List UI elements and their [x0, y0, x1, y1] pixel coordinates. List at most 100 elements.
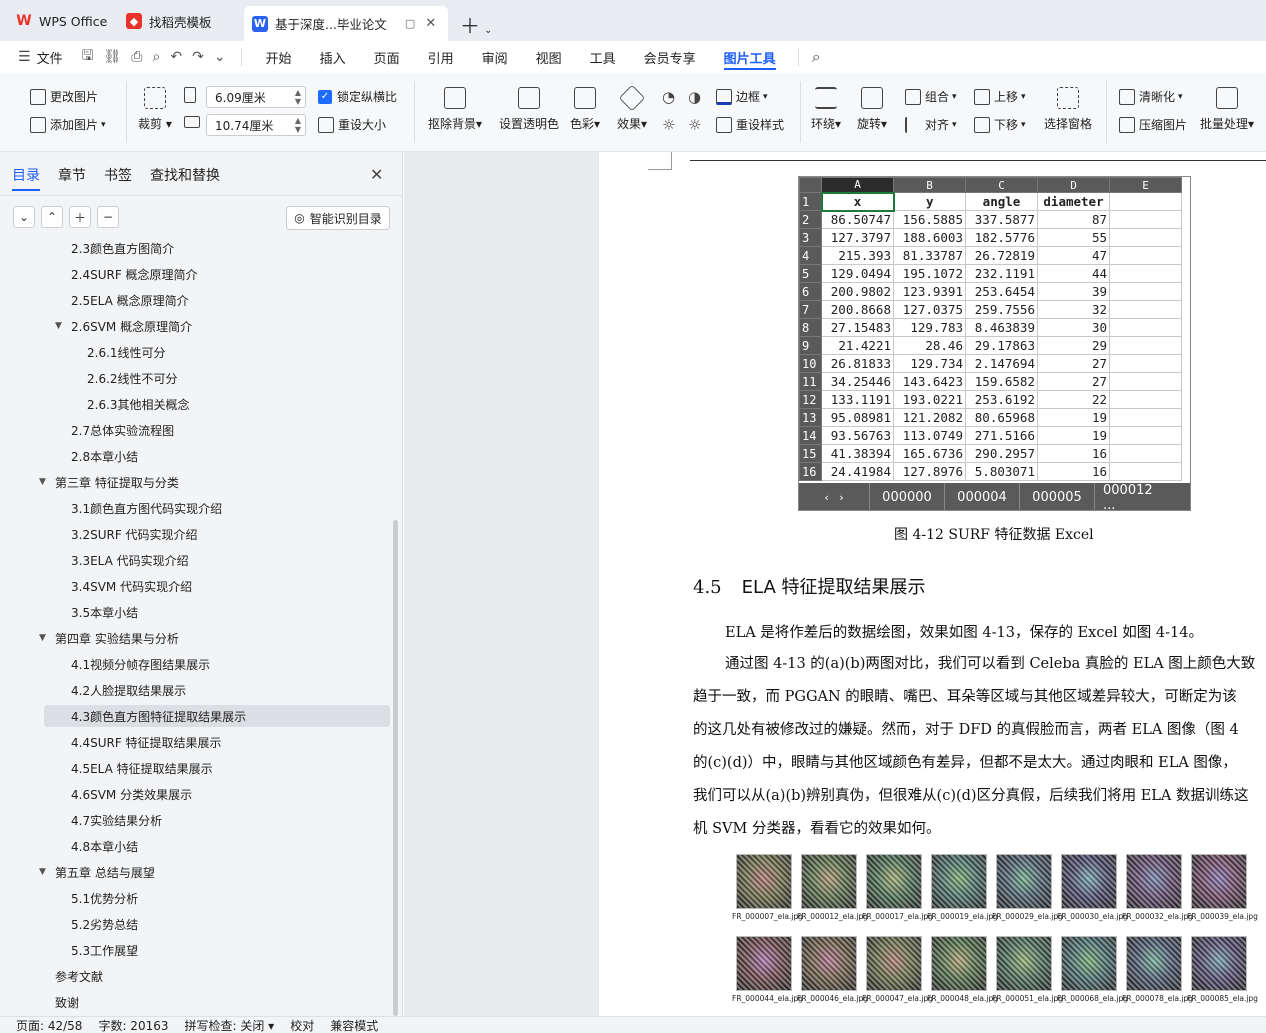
tab-toc[interactable]: 目录	[12, 165, 40, 191]
toc-item[interactable]: 2.7总体实验流程图	[44, 419, 390, 441]
ela-thumbnail[interactable]	[931, 936, 987, 991]
restore-icon[interactable]: ▢	[405, 17, 415, 30]
align-button[interactable]: 对齐 ▾	[905, 116, 957, 133]
search-icon[interactable]: ⌕	[812, 47, 821, 67]
menu-review[interactable]: 审阅	[482, 41, 508, 73]
contrast-up-icon[interactable]: ◑	[688, 88, 701, 106]
toc-item[interactable]: 参考文献	[44, 965, 390, 987]
lock-ratio-checkbox[interactable]: ✓ 锁定纵横比	[318, 88, 397, 105]
menu-picture-tools[interactable]: 图片工具	[723, 41, 776, 73]
menu-tools[interactable]: 工具	[590, 41, 616, 73]
ela-thumbnail[interactable]	[801, 936, 857, 991]
toc-item[interactable]: 4.7实验结果分析	[44, 809, 390, 831]
toc-item[interactable]: 3.2SURF 代码实现介绍	[44, 523, 390, 545]
ela-thumbnail[interactable]	[736, 854, 792, 909]
smart-toc-button[interactable]: ◎ 智能识别目录	[286, 206, 390, 230]
set-transparent-button[interactable]: 设置透明色	[499, 87, 559, 132]
wrap-button[interactable]: 环绕▾	[811, 87, 841, 132]
tab-wps-office[interactable]: W WPS Office	[8, 6, 115, 36]
menu-file[interactable]: 文件	[37, 41, 63, 73]
ela-thumbnail[interactable]	[866, 936, 922, 991]
toc-item[interactable]: 3.3ELA 代码实现介绍	[44, 549, 390, 571]
toc-item[interactable]: 4.1视频分帧存图结果展示	[44, 653, 390, 675]
remove-background-button[interactable]: 抠除背景▾	[428, 87, 482, 132]
reset-style-button[interactable]: 重设样式	[716, 116, 784, 133]
toc-item[interactable]: ▼ 2.6SVM 概念原理简介	[44, 315, 390, 337]
tab-find-replace[interactable]: 查找和替换	[150, 165, 220, 185]
toc-item[interactable]: 3.4SVM 代码实现介绍	[44, 575, 390, 597]
menu-start[interactable]: 开始	[266, 41, 292, 73]
more-chevron-icon[interactable]: ⌄	[214, 49, 226, 65]
toc-item[interactable]: 2.8本章小结	[44, 445, 390, 467]
toc-item[interactable]: 2.3颜色直方图简介	[44, 240, 390, 259]
expand-up-button[interactable]: ⌃	[41, 206, 63, 228]
save-icon[interactable]: 🖫	[82, 45, 94, 69]
toc-item[interactable]: ▼ 第四章 实验结果与分析	[39, 627, 390, 649]
link-icon[interactable]: ⛓	[104, 49, 122, 65]
rotate-button[interactable]: 旋转▾	[857, 87, 887, 132]
bring-up-button[interactable]: 上移 ▾	[974, 88, 1026, 105]
tab-chapters[interactable]: 章节	[58, 165, 86, 185]
hamburger-icon[interactable]: ☰	[18, 49, 31, 65]
excel-screenshot-image[interactable]: A B C D E 1 x y angle diameter 2 86.50747 156.5885 33…	[798, 176, 1191, 511]
contrast-down-icon[interactable]: ☼	[688, 116, 701, 134]
redo-icon[interactable]: ↷	[192, 49, 204, 65]
ela-thumbnail[interactable]	[1061, 936, 1117, 991]
toc-item[interactable]: 5.3工作展望	[44, 939, 390, 961]
toc-item[interactable]: ▼ 第五章 总结与展望	[39, 861, 390, 883]
remove-heading-button[interactable]: −	[97, 206, 119, 228]
close-panel-icon[interactable]: ✕	[370, 165, 383, 184]
menu-view[interactable]: 视图	[536, 41, 562, 73]
ela-thumbnail[interactable]	[1061, 854, 1117, 909]
toc-item[interactable]: 5.1优势分析	[44, 887, 390, 909]
ela-thumbnail[interactable]	[996, 936, 1052, 991]
ela-thumbnail[interactable]	[1126, 936, 1182, 991]
menu-insert[interactable]: 插入	[320, 41, 346, 73]
spinner-icon[interactable]: ▲ ▼	[295, 88, 301, 106]
add-image-button[interactable]: 添加图片 ▾	[30, 116, 106, 133]
reset-size-button[interactable]: 重设大小	[318, 116, 386, 133]
height-input[interactable]: 6.09厘米 ▲ ▼	[206, 86, 306, 108]
toc-item[interactable]: 3.1颜色直方图代码实现介绍	[44, 497, 390, 519]
menu-page[interactable]: 页面	[374, 41, 400, 73]
ela-thumbnail[interactable]	[1191, 936, 1247, 991]
group-button[interactable]: 组合 ▾	[905, 88, 957, 105]
toc-item[interactable]: 4.6SVM 分类效果展示	[44, 783, 390, 805]
toc-item[interactable]: ▼ 第三章 特征提取与分类	[39, 471, 390, 493]
spinner-icon[interactable]: ▲ ▼	[295, 116, 301, 134]
collapse-all-button[interactable]: ⌄	[13, 206, 35, 228]
ela-thumbnail[interactable]	[1126, 854, 1182, 909]
send-down-button[interactable]: 下移 ▾	[974, 116, 1026, 133]
toc-item[interactable]: 5.2劣势总结	[44, 913, 390, 935]
tab-bookmarks[interactable]: 书签	[104, 165, 132, 185]
ela-thumbnail[interactable]	[801, 854, 857, 909]
ela-thumbnail[interactable]	[996, 854, 1052, 909]
ela-thumbnail[interactable]	[736, 936, 792, 991]
toc-item[interactable]: 4.8本章小结	[44, 835, 390, 857]
menu-reference[interactable]: 引用	[428, 41, 454, 73]
caret-down-icon[interactable]: ▼	[39, 477, 46, 487]
chevron-down-icon[interactable]: ⌄	[484, 25, 492, 36]
word-count[interactable]: 字数: 20163	[98, 1017, 168, 1033]
toc-item[interactable]: 2.5ELA 概念原理简介	[44, 289, 390, 311]
crop-button[interactable]: 裁剪 ▾	[138, 87, 172, 132]
toc-item[interactable]: 致谢	[44, 991, 390, 1013]
toc-item[interactable]: 2.4SURF 概念原理简介	[44, 263, 390, 285]
new-tab-button[interactable]: ＋ ⌄	[460, 10, 492, 39]
close-icon[interactable]: ✕	[425, 16, 436, 31]
page-indicator[interactable]: 页面: 42/58	[16, 1017, 82, 1033]
change-image-button[interactable]: 更改图片	[30, 88, 98, 105]
border-button[interactable]: 边框 ▾	[716, 88, 768, 105]
width-input[interactable]: 10.74厘米 ▲ ▼	[206, 114, 306, 136]
print-preview-icon[interactable]: ⌕	[153, 49, 161, 65]
print-icon[interactable]: ⎙	[131, 49, 142, 65]
brightness-up-icon[interactable]: ◔	[662, 88, 675, 106]
ela-thumbnail[interactable]	[866, 854, 922, 909]
ela-thumbnail[interactable]	[1191, 854, 1247, 909]
add-heading-button[interactable]: ＋	[69, 206, 91, 228]
ela-thumbnail[interactable]	[931, 854, 987, 909]
caret-down-icon[interactable]: ▼	[39, 867, 46, 877]
compress-image-button[interactable]: 压缩图片	[1119, 116, 1187, 133]
toc-item[interactable]: 2.6.3其他相关概念	[44, 393, 390, 415]
toc-scrollbar[interactable]	[393, 520, 398, 1016]
